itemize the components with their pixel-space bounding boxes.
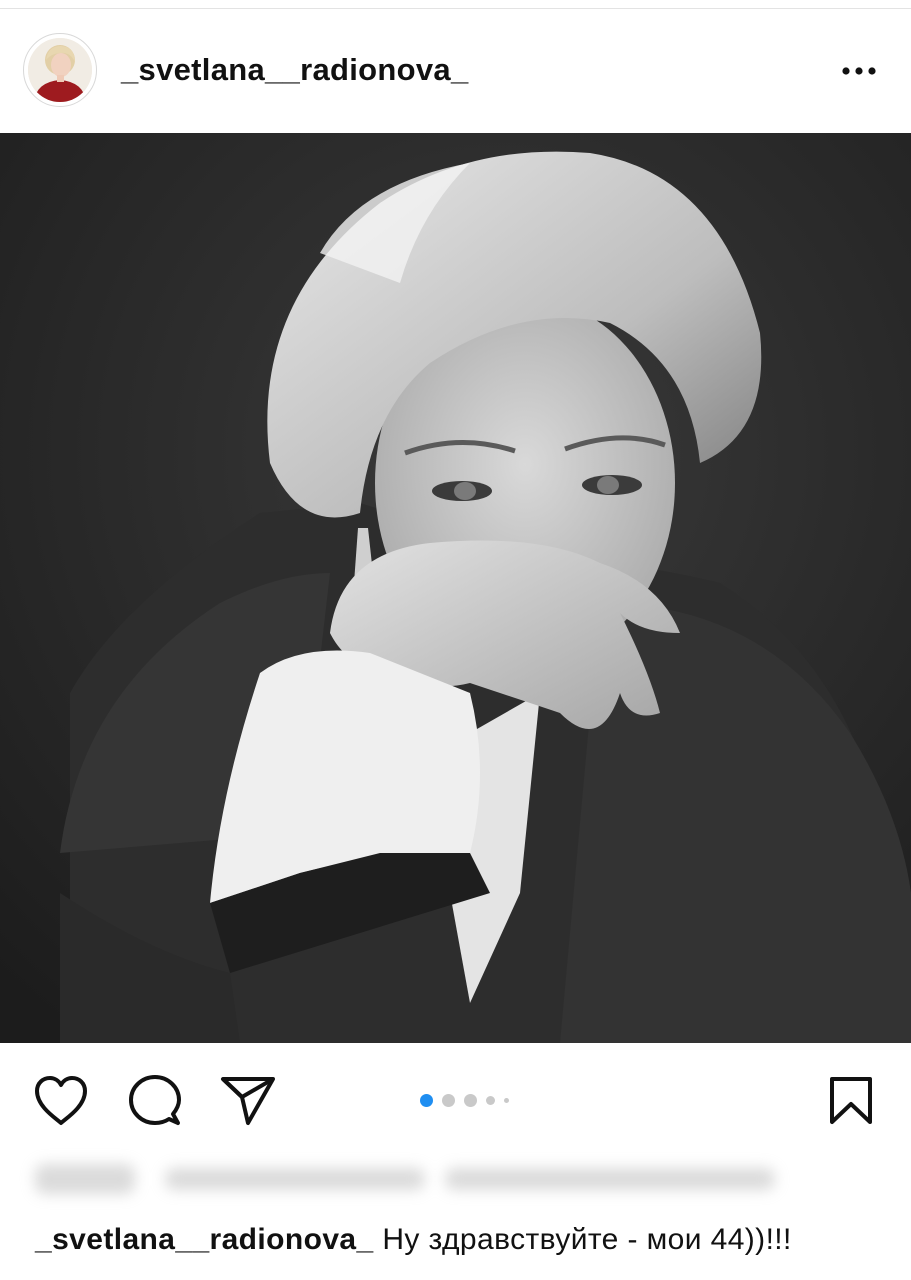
post-caption: _svetlana__radionova_ Ну здравствуйте - …	[35, 1220, 905, 1260]
post-header: _svetlana__radionova_	[0, 9, 911, 133]
caption-username[interactable]: _svetlana__radionova_	[35, 1223, 374, 1256]
carousel-dot-active	[420, 1093, 433, 1107]
caption-text: Ну здравствуйте - мои 44))!!!	[382, 1223, 792, 1256]
heart-icon	[35, 1076, 87, 1125]
portrait-image	[0, 133, 911, 1043]
avatar-photo	[28, 38, 92, 102]
more-horizontal-icon	[842, 67, 876, 75]
bookmark-icon	[830, 1077, 872, 1124]
comment-button[interactable]	[128, 1074, 182, 1133]
avatar-image	[28, 38, 92, 102]
share-button[interactable]	[220, 1075, 276, 1132]
carousel-dot	[504, 1097, 509, 1103]
like-button[interactable]	[33, 1075, 89, 1132]
more-options-button[interactable]	[836, 57, 884, 85]
comment-icon	[129, 1075, 181, 1125]
carousel-indicator	[420, 1092, 509, 1108]
likes-summary-blurred	[35, 1158, 795, 1202]
save-button[interactable]	[828, 1076, 874, 1131]
top-divider	[0, 0, 911, 9]
carousel-dot	[442, 1093, 455, 1107]
post-photo[interactable]	[0, 133, 911, 1043]
carousel-dot	[464, 1093, 477, 1107]
post-username[interactable]: _svetlana__radionova_	[121, 51, 468, 89]
carousel-dot	[486, 1095, 495, 1105]
send-icon	[221, 1077, 275, 1125]
avatar[interactable]	[23, 33, 97, 107]
